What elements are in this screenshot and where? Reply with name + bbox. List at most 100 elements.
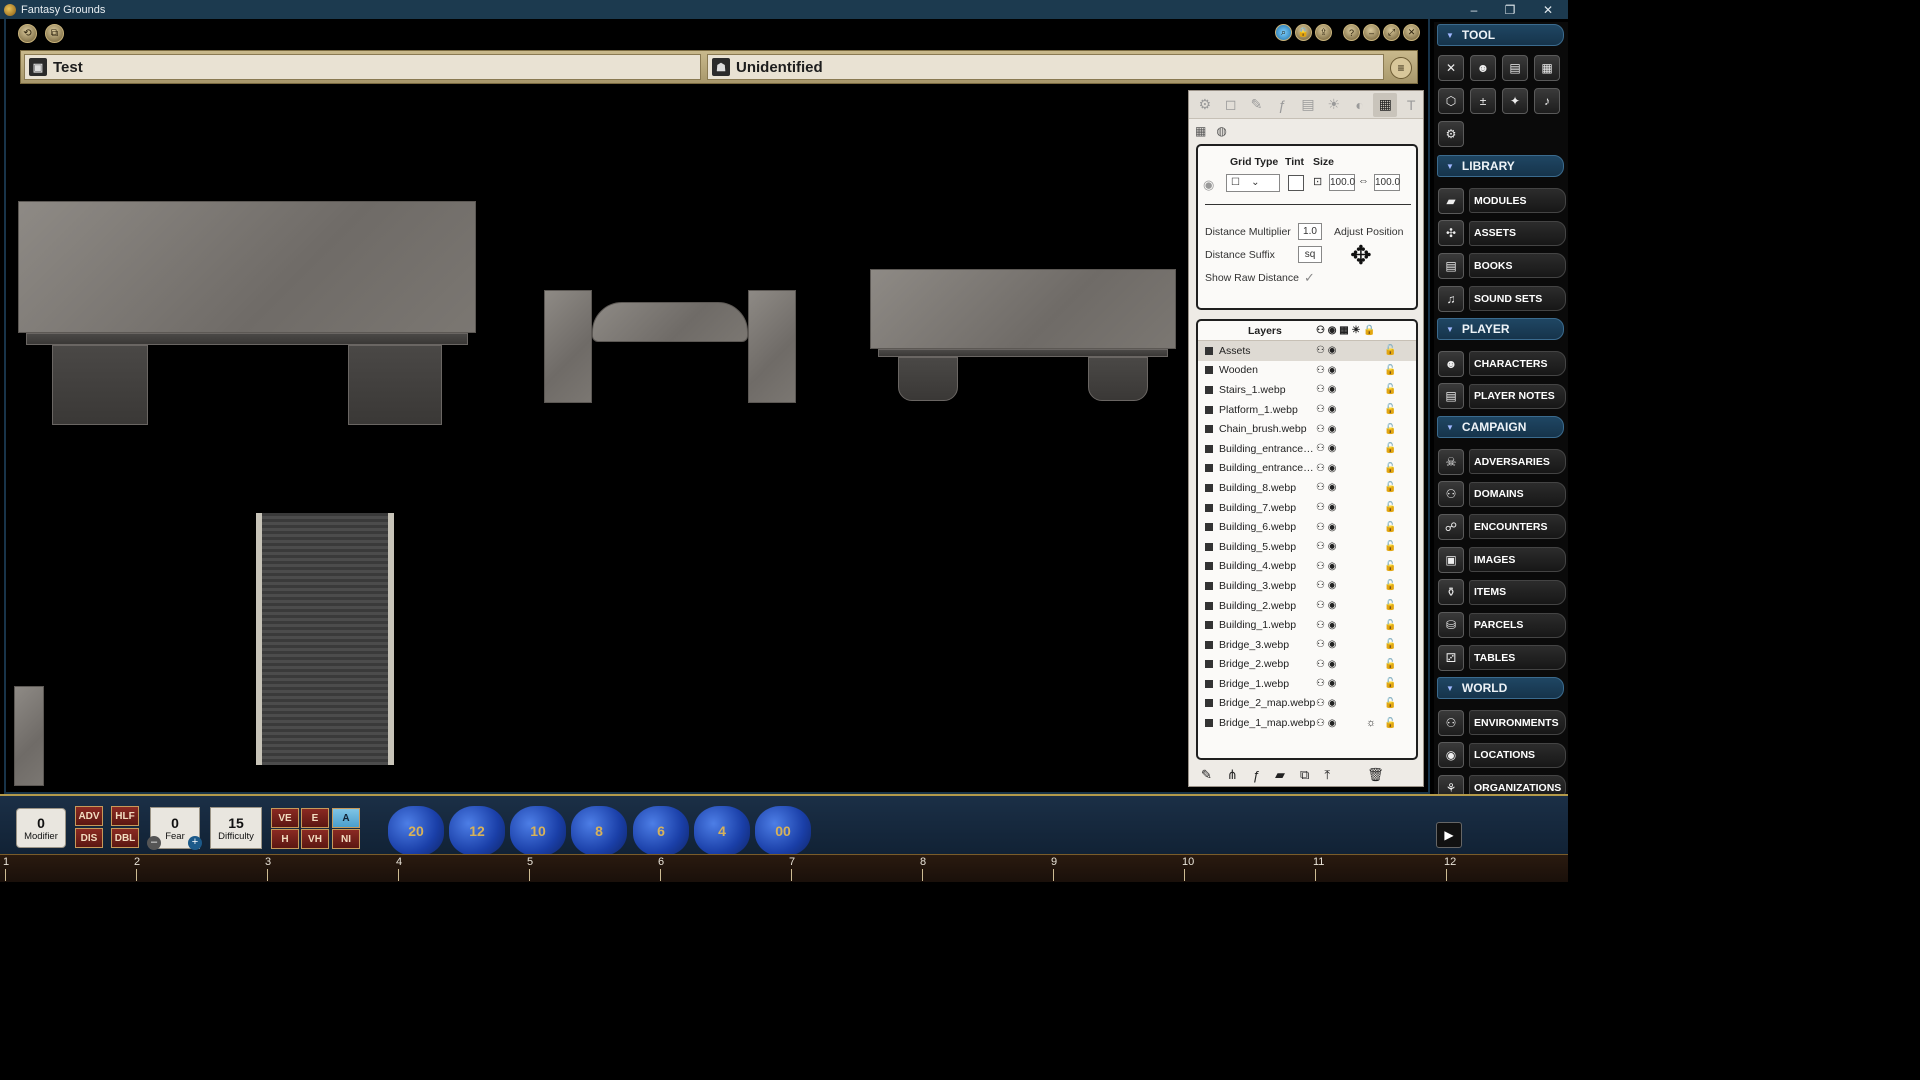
layer-toggle-icons[interactable]: ⚇ ◉	[1316, 639, 1336, 650]
layer-toggle-icons[interactable]: ⚇ ◉	[1316, 600, 1336, 611]
ve-button[interactable]: VE	[271, 808, 299, 828]
nonid-name-field[interactable]: ☗ Unidentified	[707, 54, 1384, 80]
layer-toggle-icons[interactable]: ⚇ ◉	[1316, 443, 1336, 454]
layer-lock-icon[interactable]: 🔓	[1384, 718, 1396, 729]
layer-row[interactable]: Chain_brush.webp ⚇ ◉ 🔓	[1198, 419, 1416, 439]
effects-tool-icon[interactable]: ✦	[1502, 88, 1528, 114]
layer-row[interactable]: Building_entrance_... ⚇ ◉ 🔓	[1198, 459, 1416, 479]
layer-row[interactable]: Building_5.webp ⚇ ◉ 🔓	[1198, 537, 1416, 557]
layer-light-icon[interactable]: ☼	[1366, 717, 1376, 729]
tint-swatch[interactable]	[1288, 175, 1304, 191]
close-window-icon[interactable]: ✕	[1403, 24, 1420, 41]
layer-toggle-icons[interactable]: ⚇ ◉	[1316, 659, 1336, 670]
combat-tracker-icon[interactable]: ✕	[1438, 55, 1464, 81]
layer-lock-icon[interactable]: 🔓	[1384, 404, 1396, 415]
minimize-window-icon[interactable]: –	[1363, 24, 1380, 41]
share-window-icon[interactable]: ⇪	[1315, 24, 1332, 41]
sidebar-item-adversaries[interactable]: ☠ ADVERSARIES	[1438, 447, 1566, 476]
layer-lock-icon[interactable]: 🔓	[1384, 561, 1396, 572]
layer-lock-icon[interactable]: 🔓	[1384, 365, 1396, 376]
hlf-button[interactable]: HLF	[111, 806, 139, 826]
layer-row[interactable]: Building_entrance_... ⚇ ◉ 🔓	[1198, 439, 1416, 459]
layer-row[interactable]: Building_7.webp ⚇ ◉ 🔓	[1198, 498, 1416, 518]
size-height-input[interactable]: 100.0	[1374, 174, 1400, 191]
sidebar-item-tables[interactable]: ⚂ TABLES	[1438, 643, 1566, 672]
expand-window-icon[interactable]: ⤢	[1383, 24, 1400, 41]
share-icon[interactable]: ⟲	[18, 24, 37, 43]
layer-lock-icon[interactable]: 🔓	[1384, 482, 1396, 493]
distance-suffix-input[interactable]: sq	[1298, 246, 1322, 263]
layer-lock-icon[interactable]: 🔓	[1384, 620, 1396, 631]
modifiers-icon[interactable]: ±	[1470, 88, 1496, 114]
subtab-pointer-icon[interactable]: ◍	[1216, 124, 1226, 138]
tab-tokens-icon[interactable]: ⚙	[1193, 93, 1217, 117]
section-campaign[interactable]: ▼ CAMPAIGN	[1437, 416, 1564, 438]
layer-toggle-icons[interactable]: ⚇ ◉	[1316, 522, 1336, 533]
layer-toggle-icons[interactable]: ⚇ ◉	[1316, 561, 1336, 572]
section-player[interactable]: ▼ PLAYER	[1437, 318, 1564, 340]
die-d20[interactable]: 20	[388, 806, 444, 856]
tab-paint-icon[interactable]: ✎	[1245, 93, 1269, 117]
sound-tool-icon[interactable]: ♪	[1534, 88, 1560, 114]
section-world[interactable]: ▼ WORLD	[1437, 677, 1564, 699]
layer-toggle-icons[interactable]: ⚇ ◉	[1316, 404, 1336, 415]
difficulty-box[interactable]: 15 Difficulty	[210, 807, 262, 849]
die-d10[interactable]: 10	[510, 806, 566, 856]
sidebar-item-items[interactable]: ⚱ ITEMS	[1438, 578, 1566, 607]
size-link-icon[interactable]: ⇔	[1358, 175, 1369, 187]
tab-text-icon[interactable]: T	[1399, 93, 1423, 117]
sidebar-item-images[interactable]: ▣ IMAGES	[1438, 545, 1566, 574]
e-button[interactable]: E	[301, 808, 329, 828]
section-tool[interactable]: ▼ TOOL	[1437, 24, 1564, 46]
modifier-box[interactable]: 0 Modifier	[16, 808, 66, 848]
tab-walls-icon[interactable]: ▤	[1296, 93, 1320, 117]
layer-toggle-icons[interactable]: ⚇ ◉	[1316, 424, 1336, 435]
layer-row[interactable]: Bridge_2.webp ⚇ ◉ 🔓	[1198, 655, 1416, 675]
distance-multiplier-input[interactable]: 1.0	[1298, 223, 1322, 240]
layer-lock-icon[interactable]: 🔓	[1384, 384, 1396, 395]
layer-toggle-icons[interactable]: ⚇ ◉	[1316, 678, 1336, 689]
minimize-button[interactable]: –	[1456, 0, 1492, 19]
layer-row[interactable]: Assets ⚇ ◉ 🔓	[1198, 341, 1416, 361]
dis-button[interactable]: DIS	[75, 828, 103, 848]
layer-lock-icon[interactable]: 🔓	[1384, 463, 1396, 474]
map-canvas[interactable]	[6, 88, 1186, 788]
die-d4[interactable]: 4	[694, 806, 750, 856]
sidebar-item-locations[interactable]: ◉ LOCATIONS	[1438, 741, 1566, 770]
grid-visibility-icon[interactable]: ◉	[1203, 177, 1214, 193]
sidebar-item-parcels[interactable]: ⛁ PARCELS	[1438, 611, 1566, 640]
dice-tool-icon[interactable]: ⬡	[1438, 88, 1464, 114]
section-library[interactable]: ▼ LIBRARY	[1437, 155, 1564, 177]
adjust-position-arrows-icon[interactable]: ✥	[1350, 242, 1372, 268]
layer-lock-icon[interactable]: 🔓	[1384, 424, 1396, 435]
lock-icon[interactable]: 🔒	[1295, 24, 1312, 41]
settings-gear-icon[interactable]: ⚙	[1438, 121, 1464, 147]
delete-layer-icon[interactable]: 🗑	[1367, 767, 1384, 783]
layer-row[interactable]: Bridge_2_map.webp ⚇ ◉ 🔓	[1198, 694, 1416, 714]
identify-icon[interactable]: ☗	[712, 58, 730, 76]
layer-row[interactable]: Building_4.webp ⚇ ◉ 🔓	[1198, 557, 1416, 577]
header-menu-icon[interactable]: ≡	[1390, 57, 1412, 79]
sidebar-item-modules[interactable]: ▰ MODULES	[1438, 186, 1566, 215]
sidebar-item-player-notes[interactable]: ▤ PLAYER NOTES	[1438, 382, 1566, 411]
die-d12[interactable]: 12	[449, 806, 505, 856]
layer-toggle-icons[interactable]: ⚇ ◉	[1316, 541, 1336, 552]
layer-toggle-icons[interactable]: ⚇ ◉	[1316, 384, 1336, 395]
maximize-button[interactable]: ❐	[1492, 0, 1528, 19]
sidebar-item-sound-sets[interactable]: ♫ SOUND SETS	[1438, 284, 1566, 313]
notes-icon[interactable]: ▤	[1502, 55, 1528, 81]
image-name-field[interactable]: ▣ Test	[24, 54, 701, 80]
duplicate-layer-icon[interactable]: ⧉	[1300, 767, 1309, 783]
tab-lighting-icon[interactable]: ☀	[1322, 93, 1346, 117]
layer-toggle-icons[interactable]: ⚇ ◉	[1316, 463, 1336, 474]
layer-lock-icon[interactable]: 🔓	[1384, 541, 1396, 552]
sidebar-item-environments[interactable]: ⚇ ENVIRONMENTS	[1438, 708, 1566, 737]
search-icon[interactable]: ⌕	[1275, 24, 1292, 41]
die-d00[interactable]: 00	[755, 806, 811, 856]
layer-toggle-icons[interactable]: ⚇ ◉	[1316, 365, 1336, 376]
layer-lock-icon[interactable]: 🔓	[1384, 678, 1396, 689]
sidebar-item-encounters[interactable]: ☍ ENCOUNTERS	[1438, 512, 1566, 541]
size-width-input[interactable]: 100.0	[1329, 174, 1355, 191]
layer-toggle-icons[interactable]: ⚇ ◉	[1316, 482, 1336, 493]
layer-row[interactable]: Bridge_1_map.webp ⚇ ◉ ☼ 🔓	[1198, 713, 1416, 733]
